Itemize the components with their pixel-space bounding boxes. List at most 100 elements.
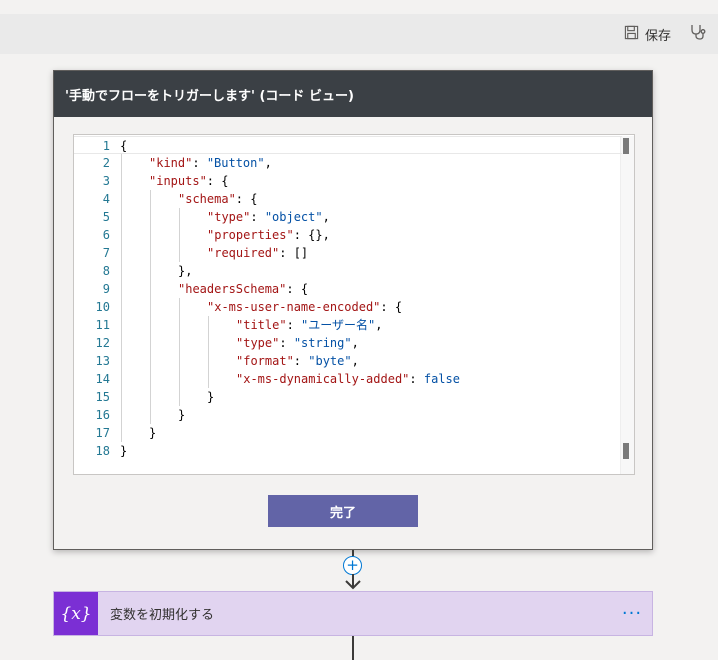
code-token: "required" [207, 246, 280, 260]
line-number: 11 [95, 318, 110, 332]
line-number: 15 [95, 390, 110, 404]
code-line[interactable]: 12 "type": "string", [74, 334, 622, 352]
code-text: "required": [] [207, 244, 308, 262]
code-text: } [178, 406, 185, 424]
flow-checker-button[interactable] [690, 14, 708, 54]
code-line[interactable]: 6 "properties": {}, [74, 226, 622, 244]
line-number: 13 [95, 354, 110, 368]
line-number: 12 [95, 336, 110, 350]
code-token: : {}, [293, 228, 330, 242]
code-text: "type": "string", [236, 334, 359, 352]
code-line[interactable]: 11 "title": "ユーザー名", [74, 316, 622, 334]
code-line[interactable]: 7 "required": [] [74, 244, 622, 262]
line-number: 10 [95, 300, 110, 314]
scrollbar-thumb-bottom[interactable] [623, 443, 629, 459]
code-token: "format" [236, 354, 294, 368]
code-token: : { [286, 282, 309, 296]
save-button[interactable]: 保存 [624, 14, 671, 54]
code-text: "format": "byte", [236, 352, 359, 370]
code-line[interactable]: 14 "x-ms-dynamically-added": false [74, 370, 622, 388]
save-icon [624, 25, 639, 44]
code-text: "headersSchema": { [178, 280, 308, 298]
code-line[interactable]: 2 "kind": "Button", [74, 154, 622, 172]
code-text: "inputs": { [149, 172, 228, 190]
code-line[interactable]: 15} [74, 388, 622, 406]
code-text: { [120, 137, 127, 155]
code-text: "kind": "Button", [149, 154, 272, 172]
indent-guide [208, 316, 209, 388]
line-number: 3 [102, 174, 110, 188]
trigger-code-view-card: '手動でフローをトリガーします' (コード ビュー) 1{2 "kind": "B… [53, 70, 653, 550]
line-number: 18 [95, 444, 110, 458]
line-number: 6 [102, 228, 110, 242]
more-options-button[interactable]: ··· [612, 603, 652, 624]
code-token: "string" [293, 336, 352, 350]
line-number: 17 [95, 426, 110, 440]
stethoscope-icon [690, 24, 708, 44]
code-token: "schema" [178, 192, 236, 206]
code-text: "x-ms-user-name-encoded": { [207, 298, 402, 316]
line-number: 8 [102, 264, 110, 278]
code-token: : { [235, 192, 258, 206]
code-line[interactable]: 18} [74, 442, 622, 460]
done-button[interactable]: 完了 [268, 495, 418, 527]
indent-guide [179, 298, 180, 406]
line-number: 1 [102, 139, 110, 153]
code-token: "kind" [149, 156, 193, 170]
code-token: "x-ms-dynamically-added" [236, 372, 410, 386]
code-token: , [264, 156, 272, 170]
code-line[interactable]: 17} [74, 424, 622, 442]
code-token: "inputs" [149, 174, 207, 188]
code-token: : { [380, 300, 403, 314]
code-token: : [409, 372, 424, 386]
code-text: } [207, 388, 214, 406]
code-line[interactable]: 4 "schema": { [74, 190, 622, 208]
code-token: , [351, 354, 359, 368]
editor-scrollbar[interactable] [620, 136, 634, 474]
code-token: "properties" [207, 228, 294, 242]
code-line[interactable]: 5 "type": "object", [74, 208, 622, 226]
code-token: "byte" [308, 354, 352, 368]
initialize-variable-action[interactable]: {x} 変数を初期化する ··· [53, 591, 653, 636]
code-token: "type" [207, 210, 251, 224]
line-number: 2 [102, 156, 110, 170]
action-title: 変数を初期化する [110, 608, 215, 623]
code-text: "title": "ユーザー名", [236, 316, 382, 334]
code-token: , [322, 210, 330, 224]
code-text: "type": "object", [207, 208, 330, 226]
code-line[interactable]: 1{ [74, 136, 622, 154]
code-token: : { [206, 174, 229, 188]
line-number: 7 [102, 246, 110, 260]
code-token: } [207, 390, 215, 404]
card-header[interactable]: '手動でフローをトリガーします' (コード ビュー) [54, 71, 652, 117]
plus-icon: + [346, 556, 359, 574]
scrollbar-thumb-top[interactable] [623, 138, 629, 154]
code-text: "properties": {}, [207, 226, 330, 244]
code-token: "ユーザー名" [301, 318, 376, 332]
line-number: 5 [102, 210, 110, 224]
code-text: "x-ms-dynamically-added": false [236, 370, 460, 388]
code-line[interactable]: 16} [74, 406, 622, 424]
code-line[interactable]: 8}, [74, 262, 622, 280]
code-token: : [250, 210, 265, 224]
code-token: : [192, 156, 207, 170]
code-token: } [178, 408, 186, 422]
code-token: "headersSchema" [178, 282, 287, 296]
code-line[interactable]: 13 "format": "byte", [74, 352, 622, 370]
code-line[interactable]: 10 "x-ms-user-name-encoded": { [74, 298, 622, 316]
command-bar: 保存 [0, 14, 718, 54]
connector-line-bottom [352, 636, 354, 660]
code-token: "Button" [206, 156, 265, 170]
code-token: } [149, 426, 157, 440]
code-editor[interactable]: 1{2 "kind": "Button", 3 "inputs": {4 "schema… [73, 134, 635, 475]
code-line[interactable]: 3 "inputs": { [74, 172, 622, 190]
code-token: "object" [264, 210, 323, 224]
code-token: { [120, 139, 128, 153]
code-token: } [120, 444, 128, 458]
insert-step-button[interactable]: + [343, 556, 362, 575]
code-token: "title" [236, 318, 287, 332]
code-line[interactable]: 9 "headersSchema": { [74, 280, 622, 298]
indent-guide [179, 208, 180, 262]
variable-icon: {x} [54, 592, 98, 635]
arrow-down-icon [345, 574, 361, 590]
